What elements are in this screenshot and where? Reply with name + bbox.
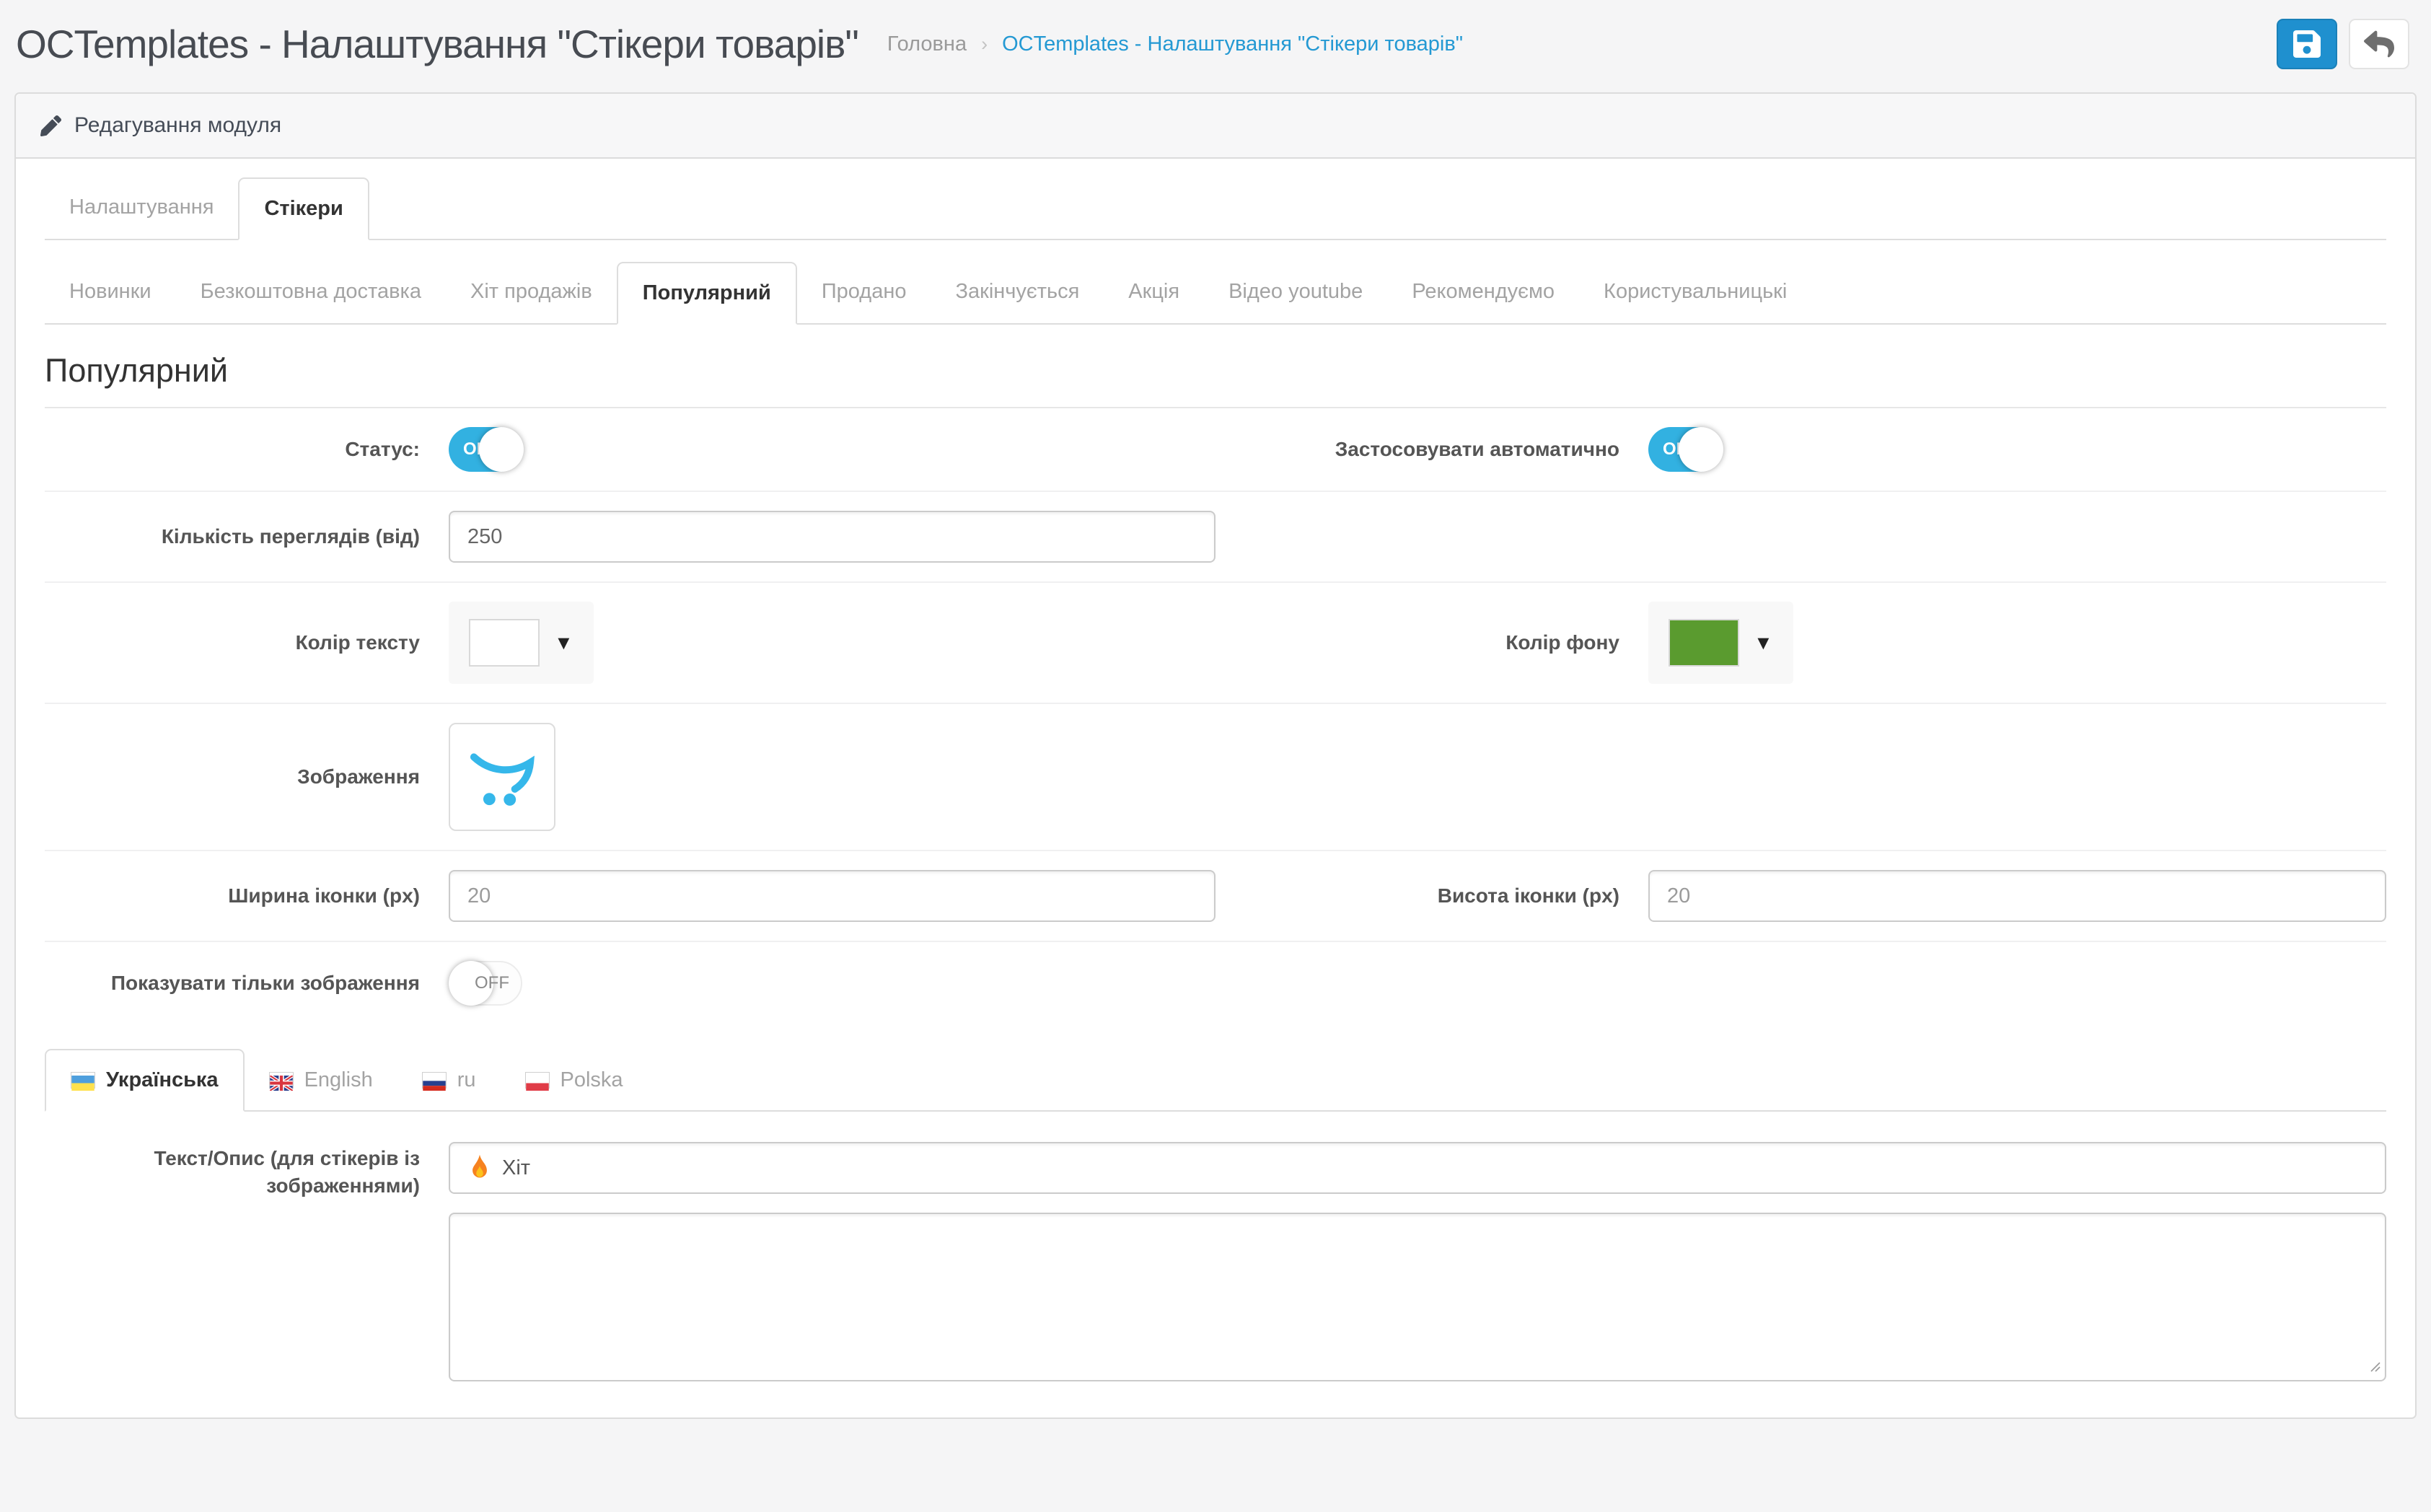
row-views-from: Кількість переглядів (від) 250 xyxy=(45,492,2386,583)
icon-width-placeholder: 20 xyxy=(467,884,491,907)
caret-down-icon: ▼ xyxy=(554,631,573,654)
tab-free-shipping[interactable]: Безкоштовна доставка xyxy=(176,262,446,325)
description-value: Хіт xyxy=(502,1156,531,1179)
status-label: Статус: xyxy=(345,438,420,461)
tab-video-youtube[interactable]: Відео youtube xyxy=(1204,262,1387,325)
lang-tab-label: Polska xyxy=(560,1068,623,1091)
lang-tab-russian[interactable]: ru xyxy=(397,1049,501,1112)
description-label: Текст/Опис (для стікерів із зображеннями… xyxy=(154,1147,420,1197)
bg-color-label: Колір фону xyxy=(1505,631,1619,654)
flag-russia-icon xyxy=(421,1072,447,1091)
lang-tab-polish[interactable]: Polska xyxy=(501,1049,648,1112)
breadcrumb-separator: › xyxy=(981,32,988,55)
main-tabs: Налаштування Стікери xyxy=(45,177,2386,240)
breadcrumb-home-link[interactable]: Головна xyxy=(887,32,967,56)
tab-stickers[interactable]: Стікери xyxy=(238,177,369,240)
lang-tab-ukrainian[interactable]: Українська xyxy=(45,1049,245,1112)
image-only-label: Показувати тільки зображення xyxy=(110,972,420,995)
row-icon-size: Ширина іконки (px) 20 Висота іконки (px)… xyxy=(45,851,2386,942)
tab-settings[interactable]: Налаштування xyxy=(45,177,238,240)
language-tabs: Українська English ru Polska xyxy=(45,1049,2386,1112)
section-legend: Популярний xyxy=(45,325,2386,408)
views-from-input[interactable]: 250 xyxy=(449,511,1216,563)
reply-arrow-icon xyxy=(2364,29,2394,59)
opencart-logo-icon xyxy=(465,744,540,810)
flag-ukraine-icon xyxy=(71,1072,95,1091)
auto-apply-toggle[interactable]: ON xyxy=(1648,427,1723,472)
row-colors: Колір тексту ▼ Колір фону ▼ xyxy=(45,583,2386,704)
tab-popular[interactable]: Популярний xyxy=(616,262,797,325)
image-thumbnail[interactable] xyxy=(449,723,555,831)
floppy-disk-icon xyxy=(2293,28,2321,60)
image-only-toggle[interactable]: OFF xyxy=(449,961,522,1006)
fire-icon xyxy=(467,1153,492,1182)
lang-tab-label: Українська xyxy=(106,1068,219,1091)
save-button[interactable] xyxy=(2277,19,2337,69)
pencil-icon xyxy=(40,115,61,136)
lang-tab-english[interactable]: English xyxy=(245,1049,397,1112)
breadcrumb: Головна › OCTemplates - Налаштування "Ст… xyxy=(887,32,1463,56)
tab-bestseller[interactable]: Хіт продажів xyxy=(446,262,617,325)
toggle-knob xyxy=(1679,427,1723,472)
row-image: Зображення xyxy=(45,704,2386,851)
icon-height-label: Висота іконки (px) xyxy=(1437,884,1619,907)
panel-heading: Редагування модуля xyxy=(16,94,2415,159)
image-label: Зображення xyxy=(297,765,420,788)
sticker-tabs: Новинки Безкоштовна доставка Хіт продажі… xyxy=(45,262,2386,325)
panel-body: Налаштування Стікери Новинки Безкоштовна… xyxy=(16,159,2415,1418)
views-from-label: Кількість переглядів (від) xyxy=(161,525,420,548)
bg-color-swatch xyxy=(1669,619,1739,667)
views-from-value: 250 xyxy=(467,524,503,548)
bg-color-picker[interactable]: ▼ xyxy=(1648,602,1793,684)
description-textarea[interactable] xyxy=(449,1213,2386,1381)
toggle-knob xyxy=(479,427,524,472)
text-color-label: Колір тексту xyxy=(295,631,420,654)
flag-uk-icon xyxy=(268,1072,294,1092)
tab-recommended[interactable]: Рекомендуємо xyxy=(1387,262,1579,325)
back-button[interactable] xyxy=(2349,19,2409,69)
icon-width-input[interactable]: 20 xyxy=(449,870,1216,922)
page-header: OCTemplates - Налаштування "Стікери това… xyxy=(0,0,2431,92)
text-color-swatch xyxy=(469,619,540,667)
breadcrumb-current-link[interactable]: OCTemplates - Налаштування "Стікери това… xyxy=(1002,32,1463,56)
row-status: Статус: ON Застосовувати автоматично ON xyxy=(45,408,2386,492)
icon-width-label: Ширина іконки (px) xyxy=(228,884,420,907)
row-image-only: Показувати тільки зображення OFF xyxy=(45,942,2386,1024)
tab-sold[interactable]: Продано xyxy=(797,262,931,325)
lang-tab-label: English xyxy=(304,1068,373,1091)
flag-poland-icon xyxy=(524,1072,550,1091)
panel-heading-label: Редагування модуля xyxy=(74,113,282,137)
edit-module-panel: Редагування модуля Налаштування Стікери … xyxy=(14,92,2417,1419)
row-description: Текст/Опис (для стікерів із зображеннями… xyxy=(45,1142,2386,1381)
header-actions xyxy=(2277,19,2409,69)
text-color-picker[interactable]: ▼ xyxy=(449,602,594,684)
tab-ending[interactable]: Закінчується xyxy=(931,262,1104,325)
image-only-toggle-state: OFF xyxy=(475,973,509,993)
tab-custom[interactable]: Користувальницькі xyxy=(1579,262,1811,325)
tab-sale[interactable]: Акція xyxy=(1104,262,1204,325)
lang-tab-label: ru xyxy=(457,1068,476,1091)
auto-apply-label: Застосовувати автоматично xyxy=(1335,438,1619,461)
tab-new[interactable]: Новинки xyxy=(45,262,176,325)
resize-grip-icon[interactable] xyxy=(2368,1359,2381,1376)
page-title: OCTemplates - Налаштування "Стікери това… xyxy=(16,22,859,66)
status-toggle[interactable]: ON xyxy=(449,427,524,472)
caret-down-icon: ▼ xyxy=(1754,631,1773,654)
description-text-input[interactable]: Хіт xyxy=(449,1142,2386,1194)
icon-height-placeholder: 20 xyxy=(1667,884,1691,907)
icon-height-input[interactable]: 20 xyxy=(1648,870,2386,922)
